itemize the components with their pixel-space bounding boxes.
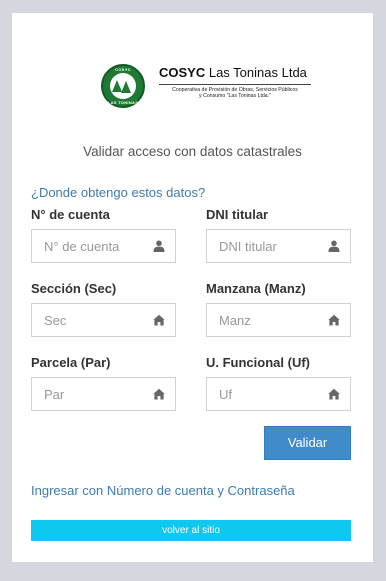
parcel-input[interactable] <box>32 378 147 410</box>
user-icon <box>328 240 340 252</box>
cosyc-logo: COSYC LAS TONINAS COSYC Las Toninas Ltda… <box>101 64 313 112</box>
block-field[interactable] <box>206 303 351 337</box>
functional-unit-input[interactable] <box>207 378 322 410</box>
section-label: Sección (Sec) <box>31 281 117 296</box>
validate-button[interactable]: Validar <box>264 426 351 460</box>
logo-title: COSYC Las Toninas Ltda <box>159 65 307 80</box>
functional-unit-field[interactable] <box>206 377 351 411</box>
emblem-bottom-text: LAS TONINAS <box>107 100 139 105</box>
dni-label: DNI titular <box>206 207 269 222</box>
user-icon <box>153 240 165 252</box>
functional-unit-label: U. Funcional (Uf) <box>206 355 310 370</box>
logo-subtitle: Cooperativa de Provisión de Obras, Servi… <box>172 87 298 99</box>
block-label: Manzana (Manz) <box>206 281 306 296</box>
home-icon <box>153 388 165 400</box>
dni-input[interactable] <box>207 230 322 262</box>
parcel-label: Parcela (Par) <box>31 355 111 370</box>
help-link[interactable]: ¿Donde obtengo estos datos? <box>31 185 205 200</box>
account-number-field[interactable] <box>31 229 176 263</box>
dni-field[interactable] <box>206 229 351 263</box>
section-field[interactable] <box>31 303 176 337</box>
block-input[interactable] <box>207 304 322 336</box>
cosyc-emblem: COSYC LAS TONINAS <box>101 64 145 108</box>
emblem-top-text: COSYC <box>115 67 131 72</box>
parcel-field[interactable] <box>31 377 176 411</box>
home-icon <box>328 314 340 326</box>
login-with-account-link[interactable]: Ingresar con Número de cuenta y Contrase… <box>31 483 295 498</box>
home-icon <box>328 388 340 400</box>
account-number-input[interactable] <box>32 230 147 262</box>
section-input[interactable] <box>32 304 147 336</box>
back-to-site-button[interactable]: volver al sitio <box>31 520 351 541</box>
page-subtitle: Validar acceso con datos catastrales <box>83 144 302 159</box>
account-number-label: N° de cuenta <box>31 207 110 222</box>
login-card: COSYC LAS TONINAS COSYC Las Toninas Ltda… <box>12 13 373 562</box>
home-icon <box>153 314 165 326</box>
